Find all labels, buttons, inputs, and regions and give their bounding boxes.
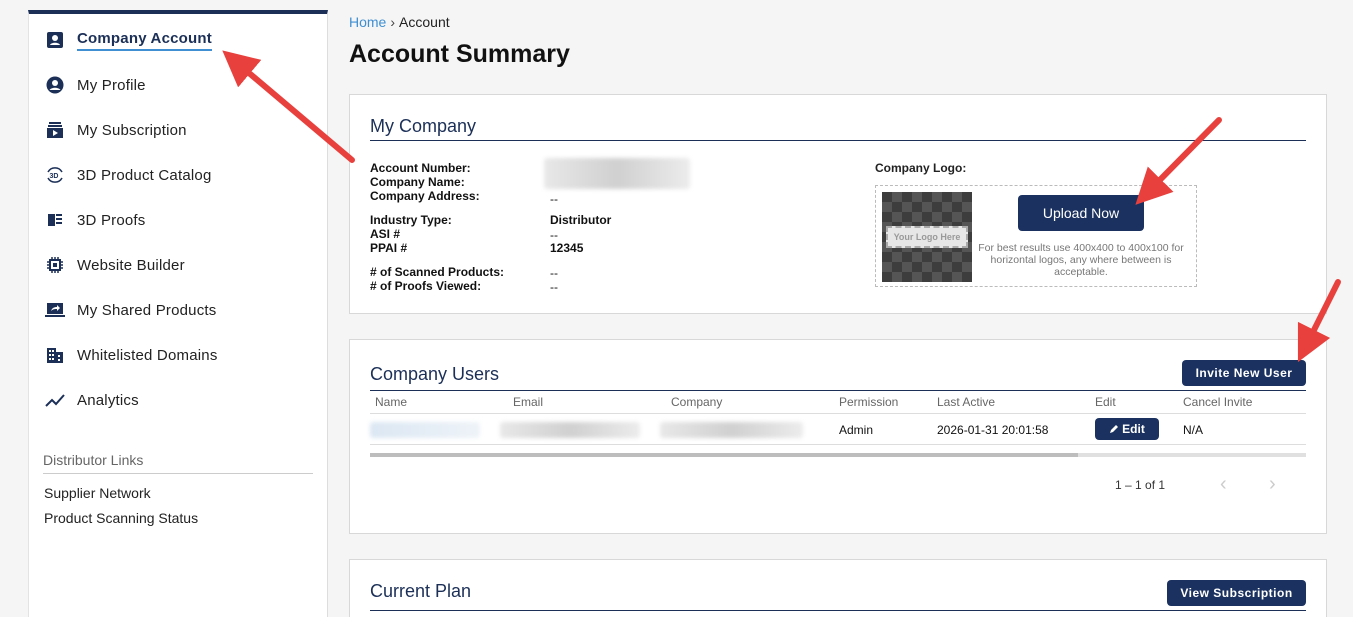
next-page-button[interactable]: › — [1269, 473, 1276, 496]
industry-type-value: Distributor — [550, 213, 612, 227]
sidebar-item-my-subscription[interactable]: My Subscription — [45, 115, 187, 145]
distributor-links-heading: Distributor Links — [43, 452, 313, 474]
view-subscription-button[interactable]: View Subscription — [1167, 580, 1306, 606]
edit-label: Edit — [1122, 422, 1145, 436]
column-header-email[interactable]: Email — [513, 395, 543, 409]
user-circle-icon — [45, 75, 65, 95]
proofs-viewed-value: -- — [550, 280, 558, 294]
sidebar-item-label: Analytics — [77, 391, 139, 409]
divider — [370, 390, 1306, 391]
product-scanning-status-link[interactable]: Product Scanning Status — [44, 510, 198, 526]
current-plan-card: Current Plan View Subscription — [349, 559, 1327, 617]
column-header-last-active[interactable]: Last Active — [937, 395, 995, 409]
logo-placeholder: Your Logo Here — [886, 226, 968, 248]
permission-cell: Admin — [839, 423, 874, 437]
my-company-title: My Company — [370, 116, 477, 136]
company-users-card: Company Users Invite New User Name Email… — [349, 339, 1327, 534]
cancel-invite-cell: N/A — [1183, 423, 1204, 437]
breadcrumb-current: Account — [399, 14, 450, 30]
ppai-value: 12345 — [550, 241, 584, 255]
pencil-icon — [1110, 425, 1119, 433]
sidebar-item-label: 3D Product Catalog — [77, 166, 212, 184]
redacted-company — [660, 422, 803, 438]
logo-upload-area: Your Logo Here Upload Now For best resul… — [875, 185, 1197, 287]
column-header-edit: Edit — [1095, 395, 1116, 409]
divider — [370, 413, 1306, 414]
current-plan-title: Current Plan — [370, 581, 472, 601]
industry-type-label: Industry Type: — [370, 213, 452, 227]
sidebar-item-analytics[interactable]: Analytics — [45, 385, 139, 415]
subscription-icon — [45, 120, 65, 140]
scrollbar-thumb[interactable] — [370, 453, 1078, 457]
page-title: Account Summary — [349, 40, 570, 68]
sidebar-item-label: My Subscription — [77, 121, 187, 139]
divider — [370, 444, 1306, 445]
ppai-label: PPAI # — [370, 241, 408, 255]
trending-icon — [45, 390, 65, 410]
svg-text:3D: 3D — [50, 173, 59, 180]
sidebar-item-label: Whitelisted Domains — [77, 346, 218, 364]
redacted-email — [500, 422, 640, 438]
column-header-cancel-invite: Cancel Invite — [1183, 395, 1253, 409]
sidebar: Company Account My Profile My Subscripti… — [28, 10, 328, 617]
rotate-3d-icon: 3D — [45, 165, 65, 185]
scanned-products-label: # of Scanned Products: — [370, 265, 505, 279]
column-header-company[interactable]: Company — [671, 395, 722, 409]
sidebar-item-company-account[interactable]: Company Account — [45, 25, 212, 55]
breadcrumb-separator: › — [390, 14, 396, 30]
asi-label: ASI # — [370, 227, 401, 241]
account-box-icon — [45, 30, 65, 50]
my-company-card: My Company Account Number: Company Name:… — [349, 94, 1327, 314]
breadcrumb-home-link[interactable]: Home — [349, 14, 386, 30]
logo-preview: Your Logo Here — [882, 192, 972, 282]
building-icon — [45, 345, 65, 365]
sidebar-item-3d-proofs[interactable]: 3D Proofs — [45, 205, 146, 235]
sidebar-item-3d-product-catalog[interactable]: 3D 3D Product Catalog — [45, 160, 212, 190]
horizontal-scrollbar[interactable] — [370, 453, 1306, 457]
previous-page-button[interactable]: ‹ — [1220, 473, 1227, 496]
column-header-name[interactable]: Name — [375, 395, 407, 409]
sidebar-item-label: Website Builder — [77, 256, 185, 274]
company-address-value: -- — [550, 192, 558, 206]
chip-icon — [45, 255, 65, 275]
pagination-range: 1 – 1 of 1 — [1115, 478, 1166, 492]
sidebar-item-my-profile[interactable]: My Profile — [45, 70, 146, 100]
sidebar-item-whitelisted-domains[interactable]: Whitelisted Domains — [45, 340, 218, 370]
divider — [370, 610, 1306, 611]
sidebar-item-label: Company Account — [77, 30, 212, 51]
upload-hint: For best results use 400x400 to 400x100 … — [978, 242, 1184, 278]
redacted-account-info — [544, 158, 690, 189]
company-name-label: Company Name: — [370, 175, 465, 189]
upload-now-button[interactable]: Upload Now — [1018, 195, 1144, 231]
breadcrumb: Home › Account — [349, 14, 450, 30]
company-address-label: Company Address: — [370, 189, 480, 203]
proofs-icon — [45, 210, 65, 230]
share-screen-icon — [45, 300, 65, 320]
account-number-label: Account Number: — [370, 161, 471, 175]
divider — [370, 140, 1306, 141]
edit-user-button[interactable]: Edit — [1095, 418, 1159, 440]
sidebar-item-website-builder[interactable]: Website Builder — [45, 250, 185, 280]
supplier-network-link[interactable]: Supplier Network — [44, 485, 151, 501]
company-logo-label: Company Logo: — [875, 161, 967, 175]
sidebar-item-my-shared-products[interactable]: My Shared Products — [45, 295, 217, 325]
last-active-cell: 2026-01-31 20:01:58 — [937, 423, 1049, 437]
company-users-title: Company Users — [370, 364, 500, 384]
sidebar-item-label: My Shared Products — [77, 301, 217, 319]
redacted-name — [370, 422, 480, 438]
proofs-viewed-label: # of Proofs Viewed: — [370, 279, 482, 293]
invite-new-user-button[interactable]: Invite New User — [1182, 360, 1306, 386]
scanned-products-value: -- — [550, 266, 558, 280]
column-header-permission[interactable]: Permission — [839, 395, 898, 409]
sidebar-item-label: My Profile — [77, 76, 146, 94]
sidebar-item-label: 3D Proofs — [77, 211, 146, 229]
